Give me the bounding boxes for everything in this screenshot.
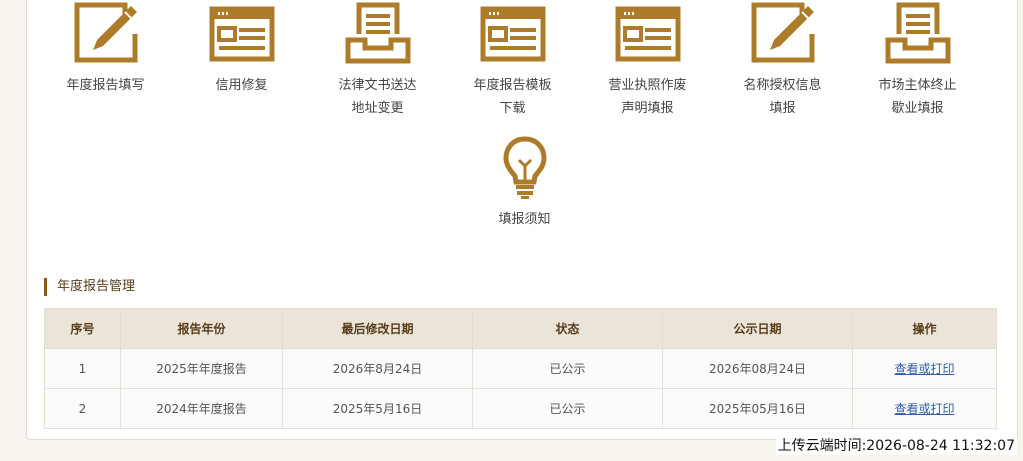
col-header-modified: 最后修改日期 [282,308,473,349]
edit-form-icon [74,2,137,63]
tile-legal-address-change[interactable]: 法律文书送达 地址变更 [310,2,445,120]
tile-filing-notice[interactable]: 填报须知 [457,136,592,231]
tile-credit-repair[interactable]: 信用修复 [174,2,309,97]
tile-label: 填报须知 [498,212,551,227]
view-print-link[interactable]: 查看或打印 [894,362,954,376]
tile-label: 年度报告填写 [66,78,145,93]
cell-modified: 2026年8月24日 [282,348,473,389]
col-header-status: 状态 [472,308,663,349]
annual-report-table: 序号 报告年份 最后修改日期 状态 公示日期 操作 1 2025年年度报告 20… [44,308,997,429]
cell-year: 2025年年度报告 [120,348,283,389]
col-header-index: 序号 [44,308,121,349]
table-row: 2 2024年年度报告 2025年5月16日 已公示 2025年05月16日 查… [44,388,997,429]
col-header-publish-date: 公示日期 [662,308,853,349]
edit-form-icon [751,2,814,63]
tile-annual-report-fill[interactable]: 年度报告填写 [38,2,173,97]
tile-label: 年度报告模板 下载 [473,78,552,116]
col-header-action: 操作 [852,308,997,349]
document-card-icon [209,6,274,62]
cell-action: 查看或打印 [852,388,997,429]
tile-label: 法律文书送达 地址变更 [338,78,417,116]
cell-publish-date: 2025年05月16日 [662,388,853,429]
cell-index: 1 [44,348,121,389]
tile-entity-termination[interactable]: 市场主体终止 歇业填报 [850,2,985,120]
tile-template-download[interactable]: 年度报告模板 下载 [445,2,580,120]
inbox-tray-icon [885,2,950,64]
cell-status: 已公示 [472,388,663,429]
service-tiles: 年度报告填写 信用修复 法律文书送达 地址变更 年度报告模板 下载 营业执照作废… [34,0,989,240]
tile-label: 名称授权信息 填报 [743,78,822,116]
cell-modified: 2025年5月16日 [282,388,473,429]
inbox-tray-icon [345,2,410,64]
lightbulb-icon [502,136,547,199]
tile-label: 营业执照作废 声明填报 [608,78,687,116]
tile-name-authorization[interactable]: 名称授权信息 填报 [715,2,850,120]
table-header-row: 序号 报告年份 最后修改日期 状态 公示日期 操作 [44,308,997,349]
document-card-icon [480,6,545,62]
table-row: 1 2025年年度报告 2026年8月24日 已公示 2026年08月24日 查… [44,348,997,389]
cell-status: 已公示 [472,348,663,389]
cell-year: 2024年年度报告 [120,388,283,429]
view-print-link[interactable]: 查看或打印 [894,402,954,416]
section-title: 年度报告管理 [44,278,135,296]
upload-timestamp: 上传云端时间:2026-08-24 11:32:07 [775,435,1017,455]
document-card-icon [615,6,680,62]
cell-index: 2 [44,388,121,429]
cell-action: 查看或打印 [852,348,997,389]
col-header-year: 报告年份 [120,308,283,349]
tile-label: 市场主体终止 歇业填报 [878,78,957,116]
tile-license-void-statement[interactable]: 营业执照作废 声明填报 [580,2,715,120]
cell-publish-date: 2026年08月24日 [662,348,853,389]
tile-label: 信用修复 [215,78,268,93]
